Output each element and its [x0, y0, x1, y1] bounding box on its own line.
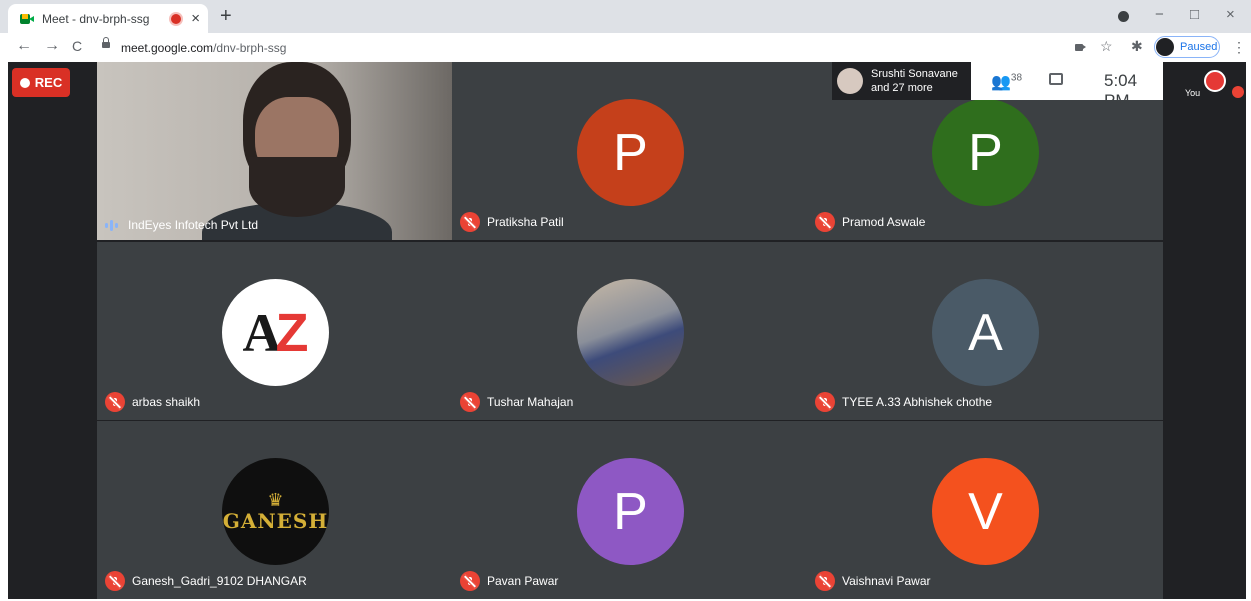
mic-off-icon: [105, 571, 125, 591]
people-button[interactable]: 👥38: [991, 72, 1022, 92]
self-avatar: [1204, 70, 1226, 92]
summary-line-1: Srushti Sonavane: [871, 68, 958, 80]
record-dot-icon: [19, 77, 30, 88]
participant-video: [97, 62, 453, 240]
participant-name: Ganesh_Gadri_9102 DHANGAR: [132, 574, 307, 588]
participant-nameplate: Pramod Aswale: [815, 212, 925, 232]
participant-avatar: P: [932, 99, 1039, 206]
reload-button[interactable]: C: [72, 39, 82, 53]
mic-off-icon: [460, 212, 480, 232]
camera-icon[interactable]: [1075, 44, 1086, 51]
participant-avatar: V: [932, 458, 1039, 565]
participant-name: Pratiksha Patil: [487, 215, 564, 229]
participant-tile[interactable]: P Pavan Pawar: [452, 421, 808, 599]
browser-menu-button[interactable]: ⋮: [1232, 39, 1246, 56]
participant-avatar: P: [577, 99, 684, 206]
self-mic-off-icon: [1232, 86, 1244, 98]
mic-off-icon: [815, 392, 835, 412]
meeting-top-bar: 👥38 5:04 PM: [971, 62, 1163, 110]
summary-line-2: and 27 more: [871, 82, 933, 94]
participant-thumbnail: [837, 68, 863, 94]
mic-off-icon: [105, 392, 125, 412]
minimize-button[interactable]: −: [1155, 7, 1164, 22]
window-close-button[interactable]: ×: [1226, 7, 1235, 22]
self-view[interactable]: You: [1163, 62, 1246, 100]
participant-name: Pramod Aswale: [842, 215, 926, 229]
participant-tile[interactable]: V Vaishnavi Pawar: [807, 421, 1163, 599]
participant-name: IndEyes Infotech Pvt Ltd: [128, 218, 259, 232]
new-tab-button[interactable]: +: [220, 6, 232, 26]
right-side-panel: [1163, 100, 1246, 599]
address-bar[interactable]: meet.google.com/dnv-brph-ssg: [121, 41, 286, 55]
tab-close-button[interactable]: ×: [191, 11, 200, 26]
bookmark-star-icon[interactable]: ☆: [1100, 39, 1113, 53]
participant-tile[interactable]: Tushar Mahajan: [452, 242, 808, 420]
mic-off-icon: [460, 392, 480, 412]
logo-text: GANESH: [222, 508, 329, 533]
participant-name: Tushar Mahajan: [487, 395, 574, 409]
profile-paused-button[interactable]: Paused: [1154, 36, 1220, 58]
chat-icon[interactable]: [1049, 73, 1063, 85]
profile-avatar: [1156, 38, 1174, 56]
participant-nameplate: TYEE A.33 Abhishek chothe: [815, 392, 992, 412]
participant-nameplate: Vaishnavi Pawar: [815, 571, 931, 591]
extensions-puzzle-icon[interactable]: ✱: [1131, 39, 1143, 53]
crown-icon: ♛: [267, 489, 284, 510]
participant-name: Vaishnavi Pawar: [842, 574, 931, 588]
meet-favicon-icon: [20, 13, 34, 25]
participant-nameplate: IndEyes Infotech Pvt Ltd: [105, 218, 258, 232]
maximize-button[interactable]: □: [1190, 7, 1199, 22]
participant-avatar: A: [932, 279, 1039, 386]
participant-nameplate: arbas shaikh: [105, 392, 200, 412]
url-path: /dnv-brph-ssg: [213, 41, 287, 55]
participant-avatar-photo: [577, 279, 684, 386]
participant-avatar: P: [577, 458, 684, 565]
forward-button[interactable]: →: [44, 38, 60, 54]
back-button[interactable]: ←: [16, 38, 32, 54]
lock-icon[interactable]: [102, 37, 110, 48]
participant-tile[interactable]: IndEyes Infotech Pvt Ltd: [97, 62, 453, 240]
participant-avatar-ganesh-logo: ♛ GANESH: [222, 458, 329, 565]
url-host: meet.google.com: [121, 41, 214, 55]
meeting-clock: 5:04 PM: [1104, 71, 1138, 110]
participant-count: 38: [1010, 72, 1023, 84]
participant-tile[interactable]: AZ arbas shaikh: [97, 242, 453, 420]
participant-summary-text: Srushti Sonavane and 27 more: [871, 67, 958, 95]
self-label: You: [1185, 88, 1201, 98]
participant-tile[interactable]: A TYEE A.33 Abhishek chothe: [807, 242, 1163, 420]
tab-title: Meet - dnv-brph-ssg: [42, 11, 150, 26]
browser-tab[interactable]: Meet - dnv-brph-ssg ×: [8, 4, 208, 33]
meeting-area: REC IndEyes Infotech Pvt Ltd P Pratiksha…: [8, 62, 1246, 599]
presenter-summary[interactable]: Srushti Sonavane and 27 more: [832, 62, 971, 100]
mic-off-icon: [815, 212, 835, 232]
participant-tile[interactable]: ♛ GANESH Ganesh_Gadri_9102 DHANGAR: [97, 421, 453, 599]
recording-badge[interactable]: REC: [12, 68, 70, 97]
browser-tab-strip: Meet - dnv-brph-ssg × + − □ ×: [0, 0, 1251, 33]
mic-off-icon: [815, 571, 835, 591]
participant-name: Pavan Pawar: [487, 574, 559, 588]
recording-label: REC: [34, 75, 63, 90]
browser-toolbar: ← → C meet.google.com/dnv-brph-ssg ☆ ✱ P…: [0, 33, 1251, 62]
mic-off-icon: [460, 571, 480, 591]
participant-tile[interactable]: P Pratiksha Patil: [452, 62, 808, 240]
participant-nameplate: Pavan Pawar: [460, 571, 558, 591]
participant-nameplate: Ganesh_Gadri_9102 DHANGAR: [105, 571, 307, 591]
participant-name: arbas shaikh: [132, 395, 201, 409]
account-icon[interactable]: [1118, 11, 1129, 22]
profile-status-label: Paused: [1180, 41, 1218, 53]
participant-nameplate: Tushar Mahajan: [460, 392, 573, 412]
recording-indicator-icon: [171, 13, 182, 24]
participant-nameplate: Pratiksha Patil: [460, 212, 564, 232]
participant-avatar-az-logo: AZ: [222, 279, 329, 386]
speaking-indicator-icon: [105, 219, 118, 231]
participant-name: TYEE A.33 Abhishek chothe: [842, 395, 993, 409]
